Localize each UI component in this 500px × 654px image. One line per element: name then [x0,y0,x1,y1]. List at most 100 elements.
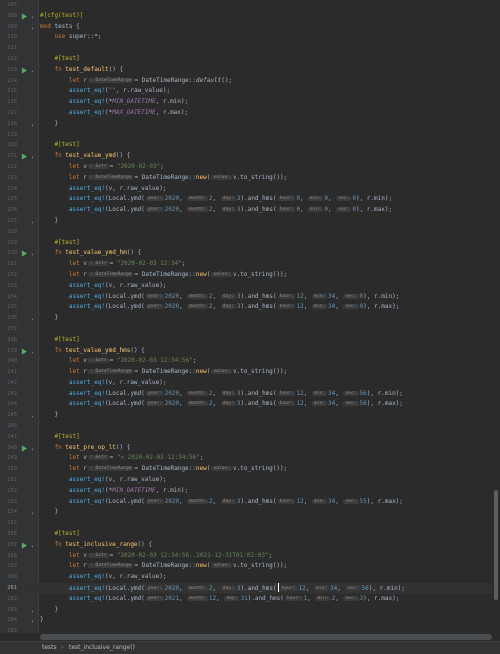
code-line[interactable]: 232 let r: DateTimeRange = DateTimeRange:… [0,270,492,281]
code-line[interactable]: 255 [0,518,492,529]
code-line[interactable]: 265 [0,626,492,633]
code-line[interactable]: 214 let r: DateTimeRange = DateTimeRange:… [0,76,492,87]
code-line[interactable]: 259 let r: DateTimeRange = DateTimeRange:… [0,561,492,572]
code-token: , [212,400,220,408]
code-line[interactable]: 248 ▾ fn test_pre_op_lt() { [0,443,492,454]
code-line[interactable]: 228 [0,227,492,238]
code-line[interactable]: 236 ▾ } [0,313,492,324]
code-line[interactable]: 256 #[test] [0,529,492,540]
code-line[interactable]: 249 let v: &str = "< 2020-02-03 12:34:56"… [0,453,492,464]
code-line[interactable]: 208 ▾ #[cfg(test)] [0,11,492,22]
code-line[interactable]: 222 let v: &str = "2020-02-03"; [0,162,492,173]
code-token: MIN_DATETIME [112,98,156,106]
horizontal-scrollbar[interactable] [40,634,492,640]
code-token: assert_eq! [68,585,106,593]
code-text: } [40,615,44,626]
code-line[interactable]: 240 let v: &str = "2020-02-03 12:34:56"; [0,356,492,367]
code-line[interactable]: 223 let r: DateTimeRange = DateTimeRange:… [0,173,492,184]
code-line[interactable]: 224 assert_eq!(v, r.raw_value); [0,184,492,195]
code-token: ).and_hms( [240,206,277,214]
code-line[interactable]: 235 assert_eq!(Local.ymd(year: 2020, mont… [0,302,492,313]
breadcrumb-module[interactable]: tests [42,642,57,654]
code-token: , [303,303,311,311]
code-line[interactable]: 258 let v: &str = "2020-02-03 12:34:56..2… [0,551,492,562]
code-line[interactable]: 260 assert_eq!(v, r.raw_value); [0,572,492,583]
code-line[interactable]: 207 [0,0,492,11]
line-number: 257 [7,541,17,548]
run-test-icon[interactable] [21,13,28,20]
code-line[interactable]: 237 [0,324,492,335]
code-text: assert_eq!(Local.ymd(year: 2021, month: 12… [40,594,399,605]
code-line[interactable]: 238 #[test] [0,335,492,346]
code-line[interactable]: 210 use super::*; [0,32,492,43]
code-line[interactable]: 221 ▾ fn test_value_ymd() { [0,151,492,162]
code-line[interactable]: 225 assert_eq!(Local.ymd(year: 2020, mont… [0,194,492,205]
text-caret [277,583,279,593]
code-line[interactable]: 261 assert_eq!(Local.ymd(year: 2020, mont… [0,583,492,594]
code-token: (Local.ymd( [105,292,145,300]
code-token: (Local.ymd( [105,594,145,602]
code-line[interactable]: 229 #[test] [0,238,492,249]
vertical-scroll-thumb[interactable] [494,490,498,600]
code-line[interactable]: 231 let v: &str = "2020-02-03 12:34"; [0,259,492,270]
code-token: ), r.max); [366,497,403,505]
code-line[interactable]: 217 assert_eq!(*MAX_DATETIME, r.max); [0,108,492,119]
run-test-icon[interactable] [21,347,28,355]
run-test-icon[interactable] [21,67,28,74]
breadcrumb-function[interactable]: test_inclusive_range() [69,642,135,654]
code-token: , [337,585,345,593]
code-line[interactable]: 211 [0,43,492,54]
line-number: 231 [7,261,17,268]
code-line[interactable]: 220 #[test] [0,140,492,151]
code-line[interactable]: 263 ▾ } [0,605,492,616]
code-line[interactable]: 215 assert_eq!("", r.raw_value); [0,86,492,97]
code-token: , [303,497,311,505]
code-line[interactable]: 257 ▾ fn test_inclusive_range() { [0,540,492,551]
code-line[interactable]: 251 assert_eq!(v, r.raw_value); [0,475,492,486]
code-line[interactable]: 209 ▾ mod tests { [0,22,492,33]
code-token: () { [137,540,152,548]
code-line[interactable]: 262 assert_eq!(Local.ymd(year: 2021, mont… [0,594,492,605]
code-line[interactable]: 254 ▾ } [0,507,492,518]
line-number: 241 [7,369,17,376]
code-editor[interactable]: 207 208 ▾ #[cfg(test)] 209 ▾ mod tests {210 us… [0,0,500,633]
code-line[interactable]: 246 [0,421,492,432]
run-test-icon[interactable] [21,250,28,257]
code-line[interactable]: 245 ▾ } [0,410,492,421]
run-test-icon[interactable] [21,445,28,452]
code-text: assert_eq!(*MIN_DATETIME, r.min); [40,97,188,108]
code-line[interactable]: 234 assert_eq!(Local.ymd(year: 2020, mont… [0,292,492,303]
code-line[interactable]: 230 ▾ fn test_value_ymd_hm() { [0,248,492,259]
code-token: ), r.max); [355,206,393,214]
run-test-icon[interactable] [21,542,28,549]
vertical-scrollbar[interactable] [492,0,500,633]
code-line[interactable]: 252 assert_eq!(*MIN_DATETIME, r.min); [0,486,492,497]
code-line[interactable]: 233 assert_eq!(v, r.raw_value); [0,281,492,292]
code-line[interactable]: 216 assert_eq!(*MIN_DATETIME, r.min); [0,97,492,108]
code-text: mod tests { [40,22,80,33]
code-line[interactable]: 264 ▾} [0,615,492,626]
code-line[interactable]: 242 assert_eq!(v, r.raw_value); [0,378,492,389]
code-token: test_value_ymd [65,152,116,160]
code-line[interactable]: 241 let r: DateTimeRange = DateTimeRange:… [0,367,492,378]
code-line[interactable]: 227 ▾ } [0,216,492,227]
code-line[interactable]: 244 assert_eq!(Local.ymd(year: 2020, mont… [0,399,492,410]
code-token: = DateTimeRange:: [134,173,196,181]
code-line[interactable]: 226 assert_eq!(Local.ymd(year: 2020, mont… [0,205,492,216]
code-text: fn test_inclusive_range() { [40,540,152,551]
code-line[interactable]: 239 ▾ fn test_value_ymd_hms() { [0,346,492,357]
code-line[interactable]: 253 assert_eq!(Local.ymd(year: 2020, mont… [0,497,492,508]
code-token: } [40,508,59,516]
run-test-icon[interactable] [21,153,28,160]
code-line[interactable]: 213 ▾ fn test_default() { [0,65,492,76]
code-line[interactable]: 247 #[test] [0,432,492,443]
line-number: 262 [7,595,17,602]
code-line[interactable]: 243 assert_eq!(Local.ymd(year: 2020, mont… [0,389,492,400]
code-line[interactable]: 250 let r: DateTimeRange = DateTimeRange:… [0,464,492,475]
code-line[interactable]: 219 [0,130,492,141]
code-line[interactable]: 218 ▾ } [0,119,492,130]
code-line[interactable]: 212 #[test] [0,54,492,65]
line-number: 222 [7,163,17,170]
